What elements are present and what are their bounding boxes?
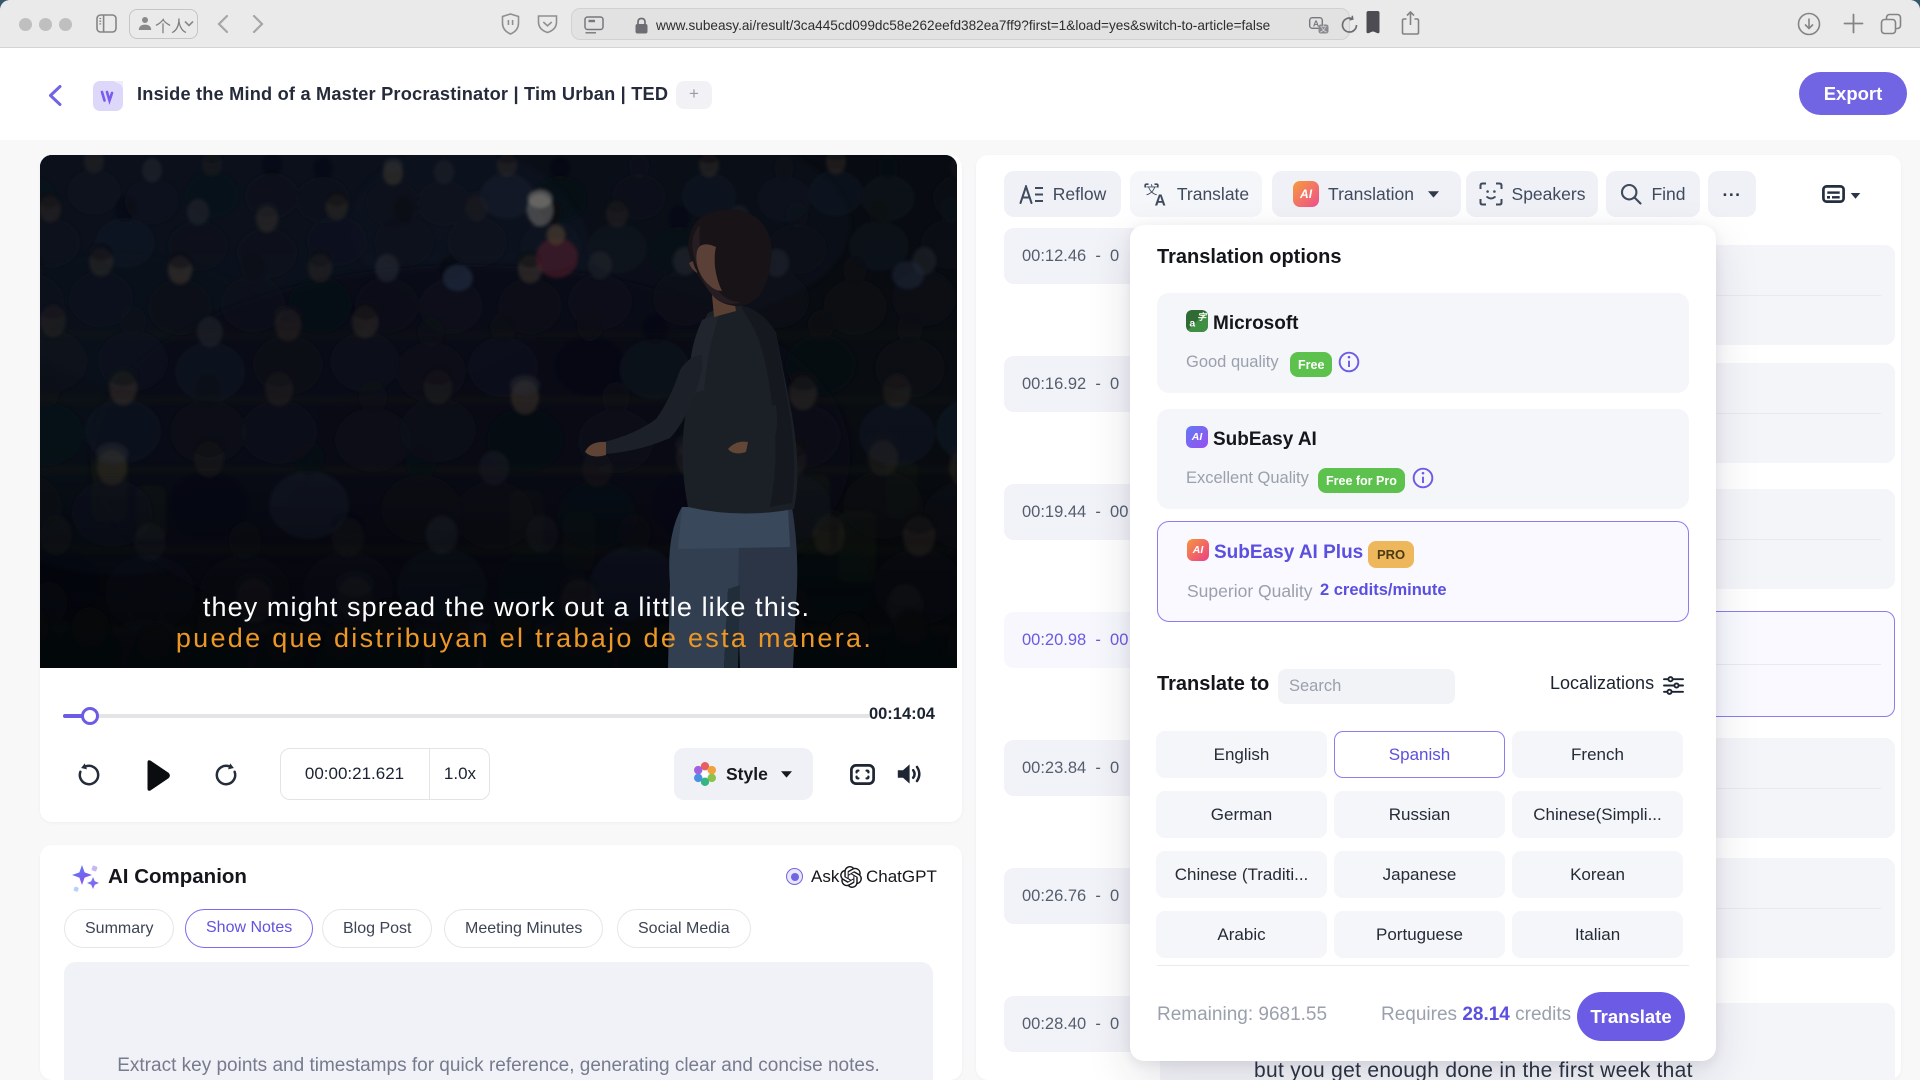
svg-text:文: 文 [1320, 25, 1328, 34]
svg-text:a: a [1189, 318, 1195, 330]
svg-text:A: A [1154, 192, 1165, 207]
svg-text:A: A [1313, 18, 1319, 28]
